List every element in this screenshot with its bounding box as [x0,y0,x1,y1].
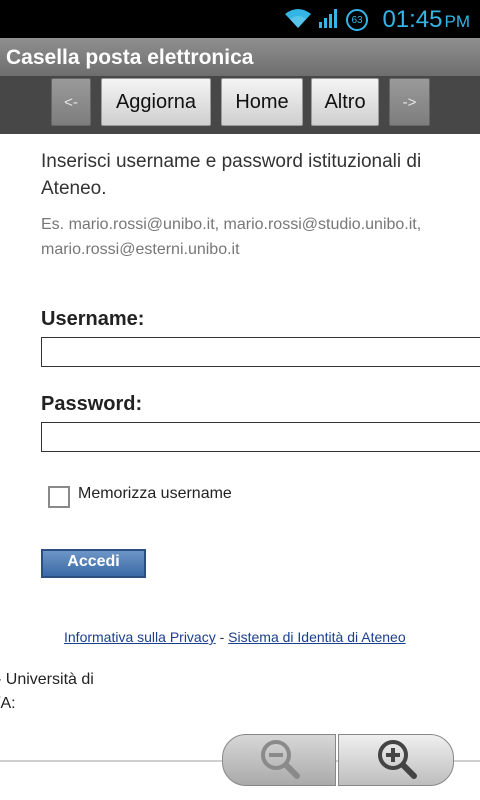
page-footer: - Università di /A: [0,668,94,716]
signal-icon [318,7,340,33]
battery-icon: 63 [346,9,368,31]
wifi-icon [284,7,312,33]
refresh-button[interactable]: Aggiorna [101,78,211,126]
login-button[interactable]: Accedi [41,549,146,578]
back-button[interactable]: <- [51,78,91,126]
more-button[interactable]: Altro [311,78,379,126]
home-button[interactable]: Home [221,78,303,126]
forward-button[interactable]: -> [389,78,430,126]
zoom-in-icon [373,735,419,785]
identity-system-link[interactable]: Sistema di Identità di Ateneo [228,629,405,645]
title-bar: Casella posta elettronica [0,38,480,76]
zoom-in-button[interactable] [338,734,454,786]
privacy-link[interactable]: Informativa sulla Privacy [64,629,216,645]
password-input[interactable] [41,422,480,452]
username-label: Username: [41,308,145,330]
link-separator: - [219,629,225,645]
password-label: Password: [41,393,143,415]
clock-time: 01:45 [382,6,443,33]
toolbar: <- Aggiorna Home Altro -> [0,76,480,134]
footer-line-1: - Università di [0,671,94,688]
zoom-out-button[interactable] [222,734,336,786]
zoom-controls [222,734,454,786]
zoom-out-icon [256,735,302,785]
remember-username-checkbox[interactable] [48,486,70,508]
clock-ampm: PM [444,12,471,31]
username-input[interactable] [41,337,480,367]
footer-line-2: /A: [0,695,16,712]
status-bar: 63 01:45 PM [0,0,480,38]
footer-links: Informativa sulla Privacy - Sistema di I… [64,629,406,645]
clock: 01:45 PM [382,6,470,34]
app-title: Casella posta elettronica [6,46,254,69]
remember-username-label[interactable]: Memorizza username [78,485,232,503]
status-icons: 63 [284,7,368,33]
login-instructions: Inserisci username e password istituzion… [41,151,422,199]
username-examples: Es. mario.rossi@unibo.it, mario.rossi@st… [41,216,422,258]
